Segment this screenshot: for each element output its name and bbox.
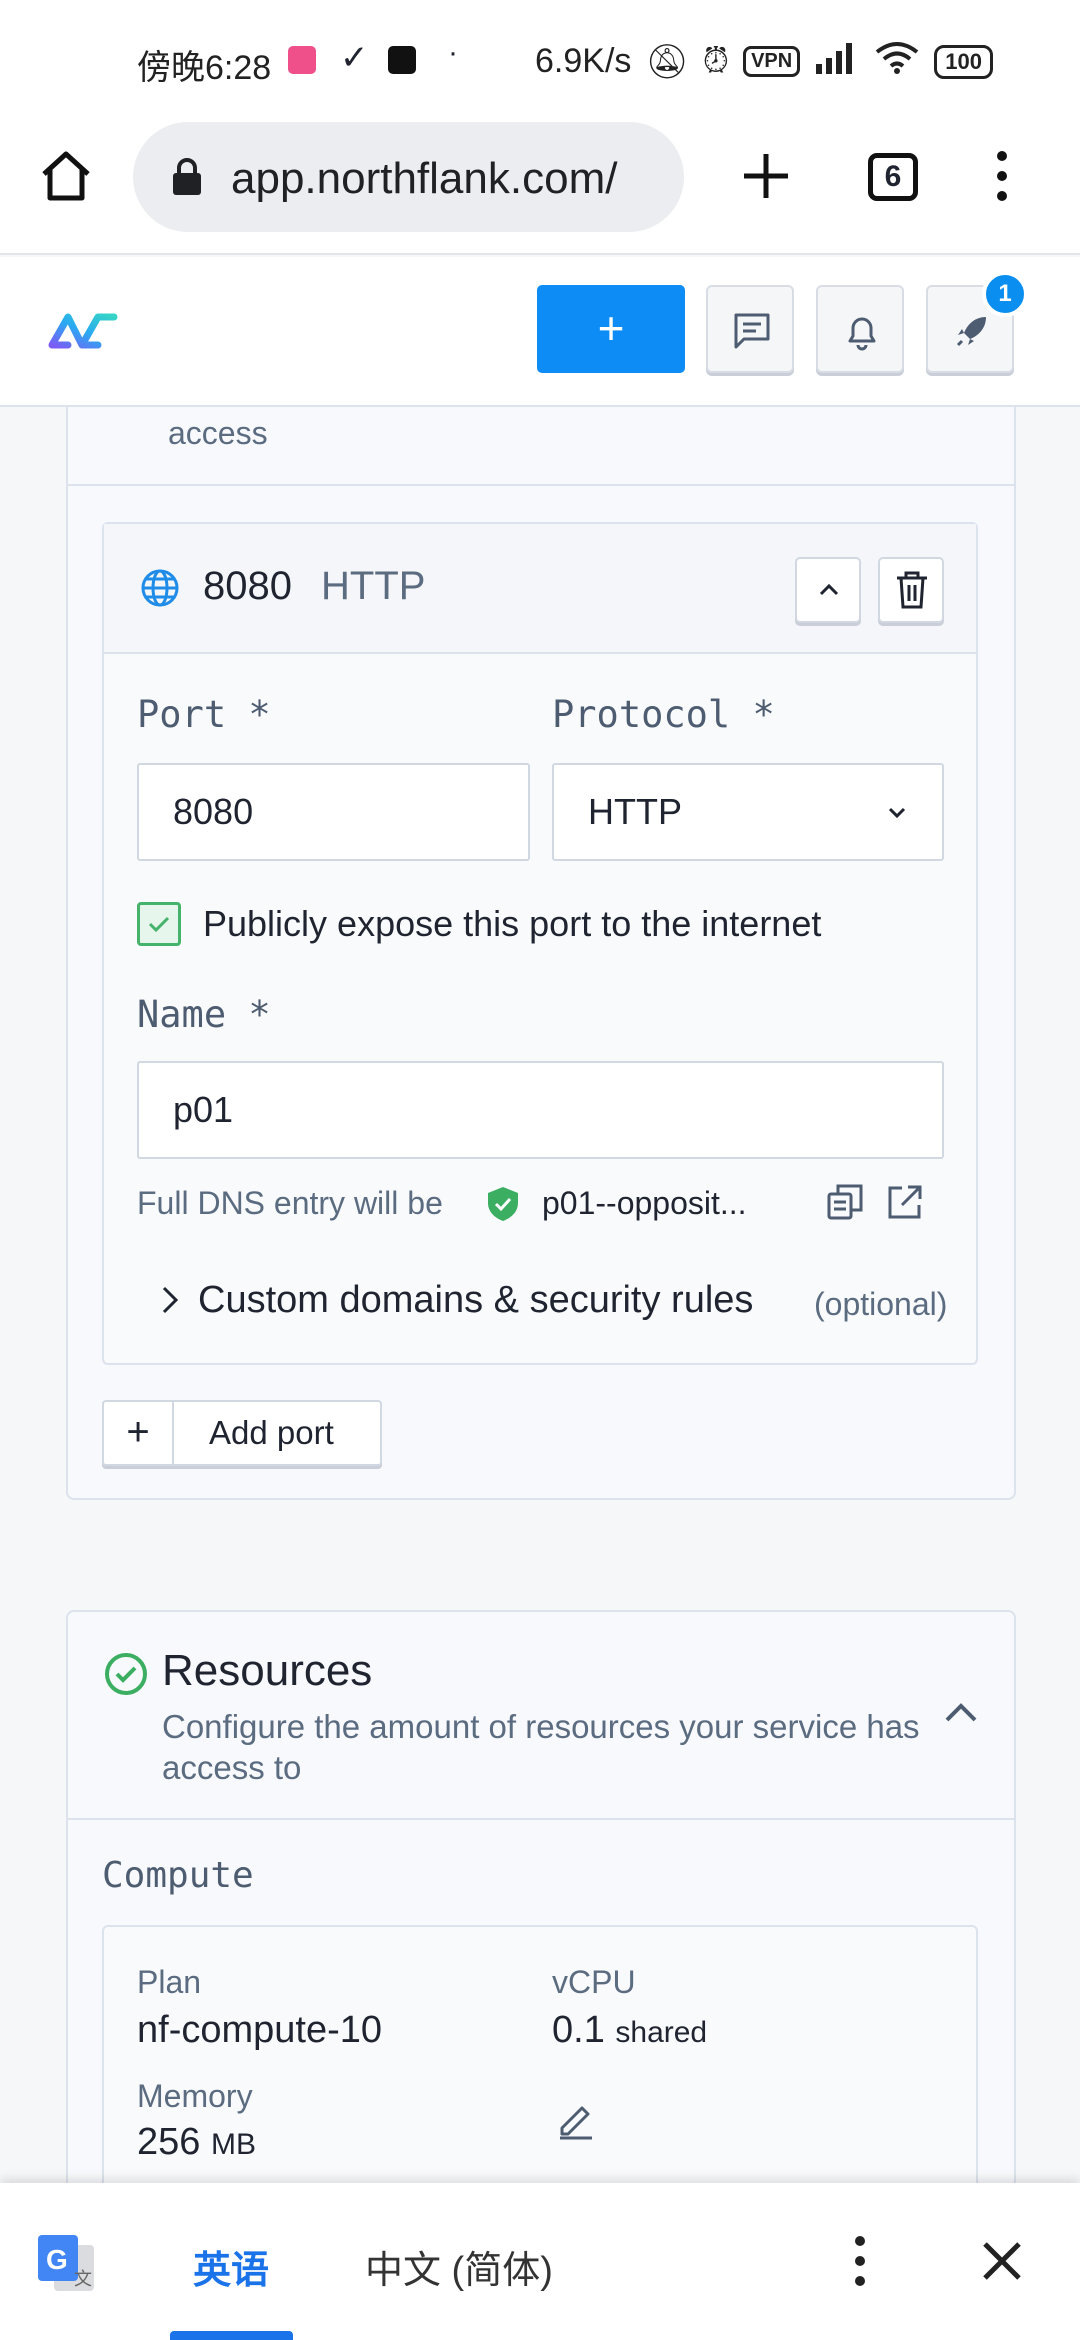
rocket-icon (956, 317, 986, 347)
protocol-select-value: HTTP (588, 791, 682, 832)
messages-button[interactable] (706, 285, 794, 373)
trash-icon (897, 571, 927, 609)
northflank-logo[interactable] (46, 299, 120, 368)
home-icon[interactable] (40, 150, 92, 207)
wifi-icon (874, 40, 920, 83)
port-label: Port * (137, 693, 271, 736)
check-notification-icon: ✓ (340, 39, 369, 77)
chevron-up-icon (819, 583, 839, 596)
card-divider (68, 1818, 1014, 1820)
plan-label: Plan (137, 1964, 202, 2000)
status-right: 6.9K/s 🔕︎ ⏰︎ VPN 100 (535, 40, 993, 83)
signal-icon (814, 40, 860, 83)
google-translate-icon[interactable]: G文 (34, 2231, 98, 2300)
name-input[interactable]: p01 (137, 1061, 944, 1159)
source-language-tab[interactable]: 英语 (193, 2239, 269, 2294)
external-link-icon[interactable] (886, 1183, 924, 1226)
dns-value: p01--opposit... (542, 1185, 747, 1221)
expose-checkbox[interactable] (137, 902, 181, 946)
translate-menu-icon[interactable] (850, 2235, 870, 2292)
resources-description: Configure the amount of resources your s… (162, 1708, 920, 1786)
custom-domains-toggle[interactable]: Custom domains & security rules (198, 1279, 753, 1322)
app-notification-icon (288, 46, 316, 74)
optional-label: (optional) (814, 1286, 948, 1322)
status-time: 傍晚6:28 (137, 49, 272, 87)
dns-label: Full DNS entry will be (137, 1185, 443, 1221)
chevron-down-icon (888, 807, 906, 819)
status-bar: 傍晚6:28 ✓ · 6.9K/s 🔕︎ ⏰︎ VPN 100 (0, 0, 1080, 120)
card-divider (66, 484, 1016, 486)
collapse-port-button[interactable] (795, 557, 861, 623)
globe-icon (140, 568, 180, 613)
tab-switcher-button[interactable]: 6 (868, 153, 918, 201)
battery-icon: 100 (934, 44, 993, 79)
memory-number: 256 (137, 2121, 201, 2163)
notifications-button[interactable] (816, 285, 904, 373)
memory-value: 256 MB (137, 2121, 256, 2164)
edit-pencil-icon[interactable] (556, 2098, 596, 2145)
terminal-notification-icon (388, 46, 416, 74)
active-tab-indicator (170, 2331, 293, 2340)
plus-icon: + (104, 1402, 174, 1464)
address-bar[interactable]: app.northflank.com/ (133, 122, 684, 232)
chat-icon (734, 313, 770, 349)
networking-description: access (168, 415, 268, 451)
vcpu-number: 0.1 (552, 2009, 605, 2051)
bell-icon (848, 317, 876, 351)
more-notifications-icon: · (448, 36, 458, 69)
vcpu-label: vCPU (552, 1964, 636, 2000)
port-number-title: 8080 (203, 564, 292, 608)
delete-port-button[interactable] (878, 557, 944, 623)
svg-text:G: G (46, 2244, 68, 2275)
plan-value: nf-compute-10 (137, 2009, 383, 2051)
memory-unit: MB (210, 2128, 256, 2161)
mute-icon: 🔕︎ (645, 42, 689, 81)
copy-icon[interactable] (826, 1183, 864, 1226)
svg-text:文: 文 (74, 2269, 92, 2290)
chevron-up-icon[interactable] (943, 1700, 979, 1729)
alarm-icon: ⏰︎ (702, 42, 730, 80)
translate-bar: G文 英语 中文 (简体) (0, 2183, 1080, 2340)
notification-badge: 1 (982, 271, 1028, 317)
protocol-select[interactable]: HTTP (552, 763, 944, 861)
vcpu-value: 0.1 shared (552, 2009, 707, 2052)
shield-check-icon (485, 1185, 521, 1228)
compute-label: Compute (102, 1855, 254, 1896)
vcpu-unit: shared (615, 2016, 708, 2049)
check-icon (148, 916, 170, 933)
protocol-label: Protocol * (552, 693, 775, 736)
name-label: Name * (137, 993, 271, 1036)
vpn-icon: VPN (743, 46, 801, 77)
target-language-tab[interactable]: 中文 (简体) (365, 2239, 553, 2294)
check-circle-icon (104, 1652, 148, 1701)
new-tab-icon[interactable] (740, 150, 792, 207)
add-port-button[interactable]: + Add port (102, 1400, 382, 1466)
chevron-right-icon[interactable] (158, 1283, 182, 1322)
memory-label: Memory (137, 2078, 253, 2114)
browser-toolbar: app.northflank.com/ 6 (0, 120, 1080, 255)
expose-label[interactable]: Publicly expose this port to the interne… (203, 903, 821, 945)
resources-title: Resources (162, 1646, 373, 1695)
lock-icon[interactable] (171, 158, 203, 201)
create-new-button[interactable]: + (537, 285, 685, 373)
url-text[interactable]: app.northflank.com/ (231, 154, 617, 204)
net-speed: 6.9K/s (535, 42, 632, 80)
add-port-label: Add port (209, 1414, 334, 1451)
port-protocol-title: HTTP (321, 564, 426, 608)
app-header: + 1 (0, 257, 1080, 407)
close-icon[interactable] (982, 2241, 1022, 2286)
port-input[interactable]: 8080 (137, 763, 530, 861)
browser-menu-icon[interactable] (992, 150, 1012, 207)
